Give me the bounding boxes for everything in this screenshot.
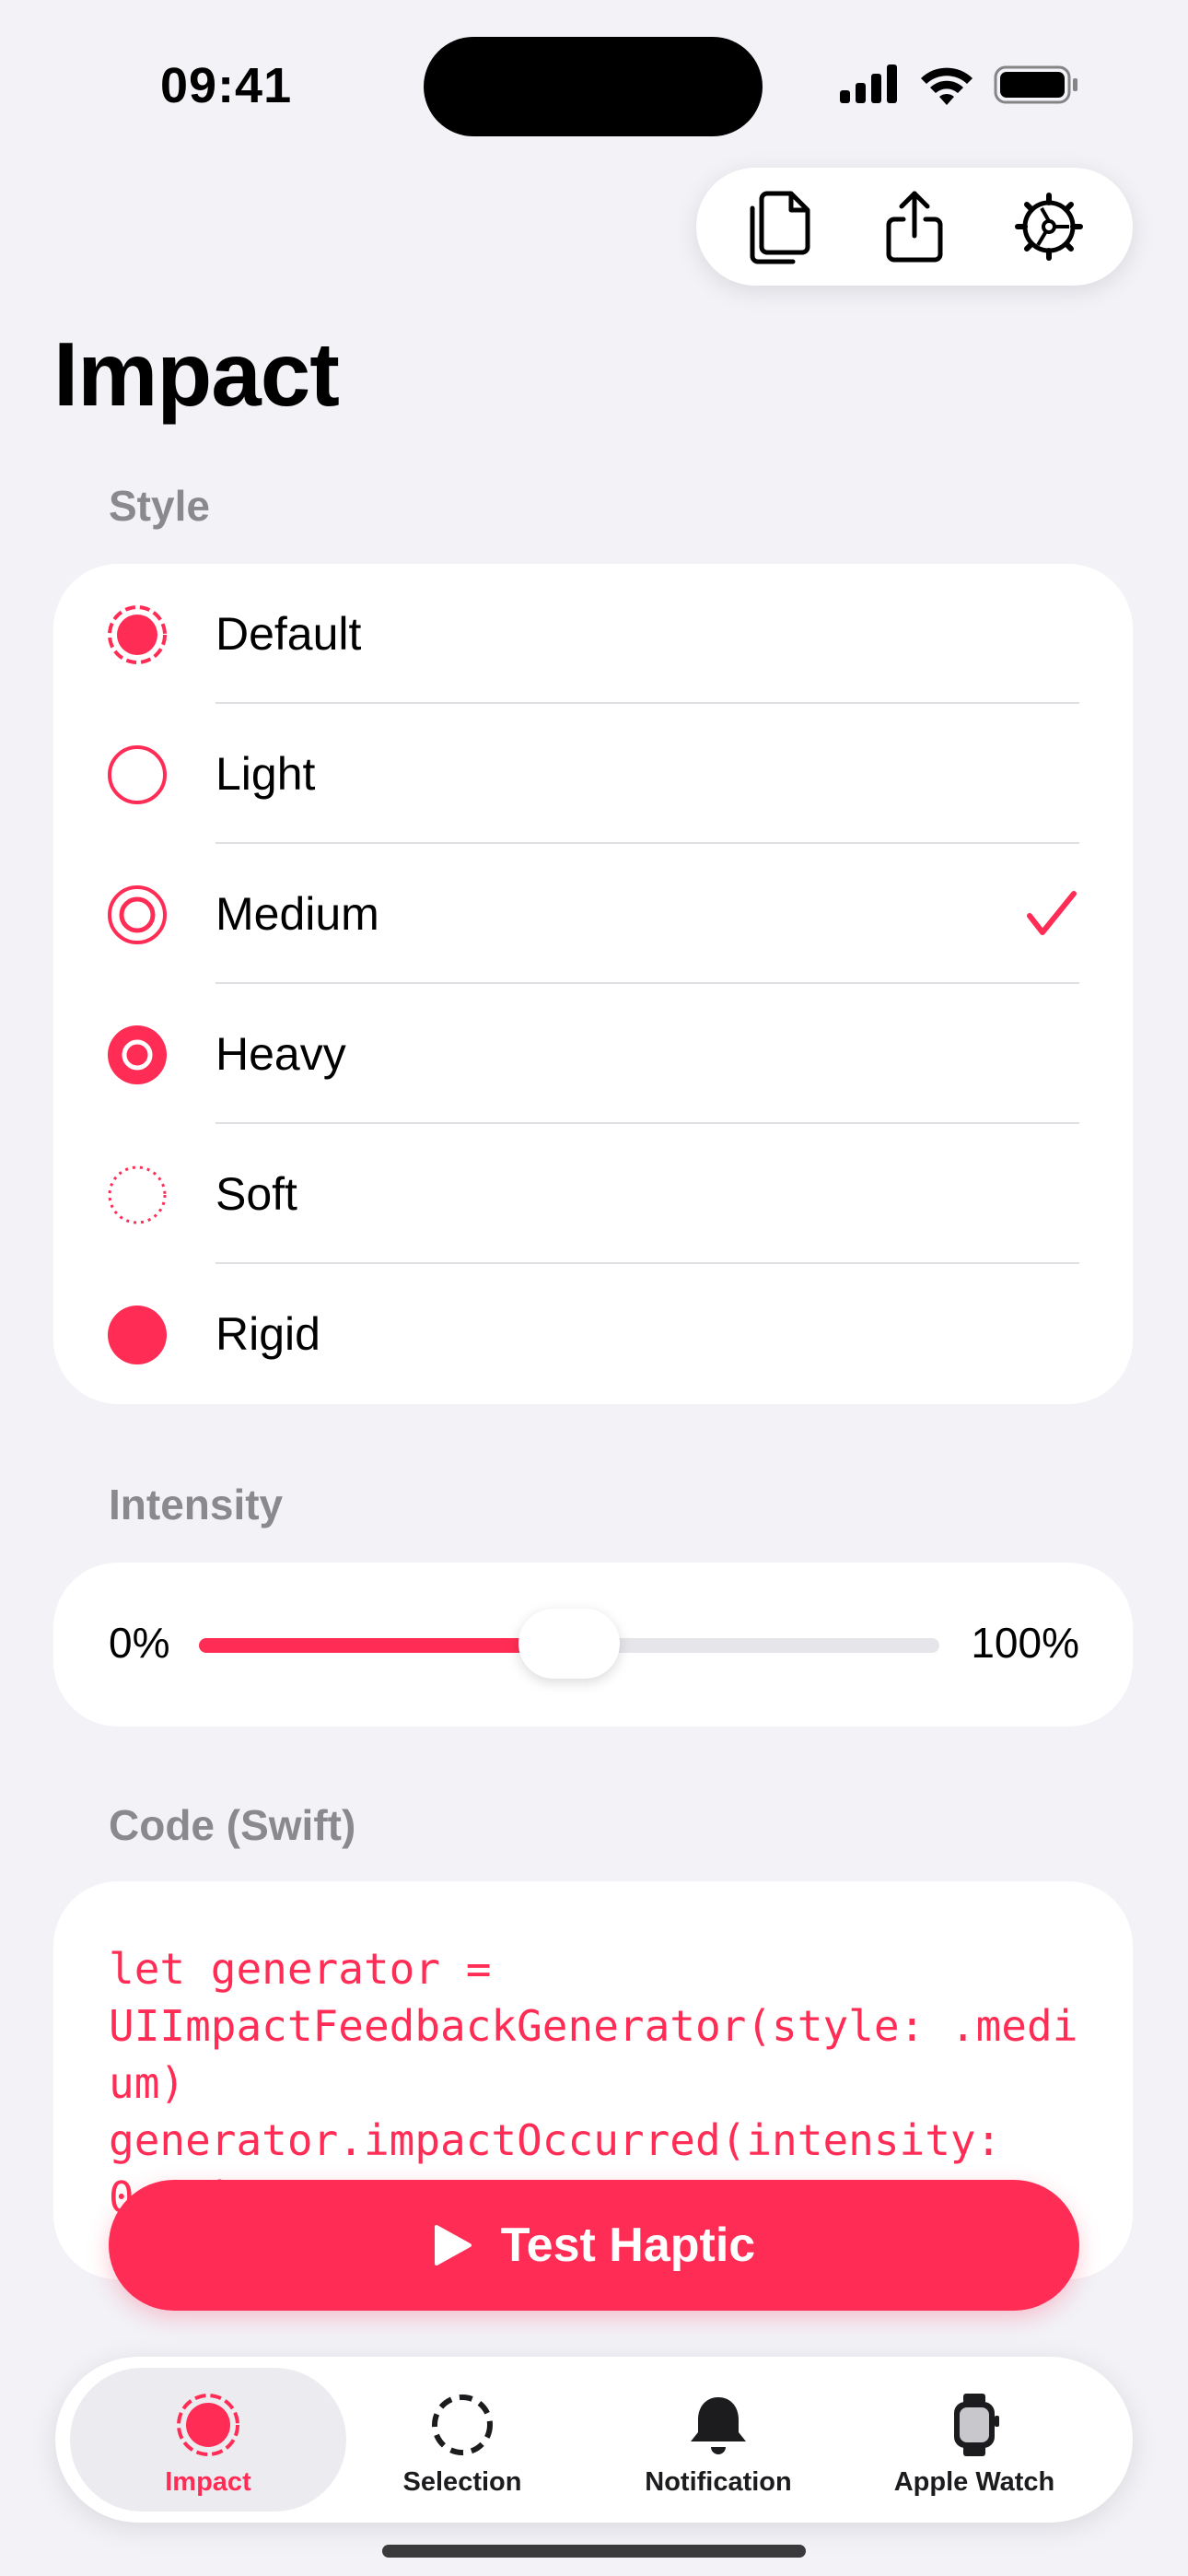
style-option-heavy[interactable]: Heavy — [53, 984, 1133, 1124]
share-button[interactable] — [864, 176, 965, 277]
intensity-max-label: 100% — [971, 1619, 1079, 1667]
test-haptic-label: Test Haptic — [500, 2219, 756, 2272]
style-option-label: Light — [215, 748, 316, 800]
intensity-min-label: 0% — [109, 1619, 170, 1667]
intensity-card: 0% 100% — [53, 1563, 1133, 1727]
style-option-label: Soft — [215, 1168, 297, 1220]
tab-label: Apple Watch — [893, 2467, 1055, 2497]
home-indicator — [382, 2545, 806, 2558]
style-section-label: Style — [109, 482, 210, 530]
style-option-medium[interactable]: Medium — [53, 844, 1133, 984]
intensity-slider-fill — [199, 1638, 569, 1653]
play-icon — [434, 2225, 472, 2266]
solid-radio-icon — [108, 1306, 167, 1364]
checkmark-icon — [1027, 891, 1077, 935]
style-option-label: Default — [215, 608, 362, 660]
style-option-default[interactable]: Default — [53, 564, 1133, 704]
style-option-rigid[interactable]: Rigid — [53, 1264, 1133, 1404]
dotted-radio-icon — [108, 1165, 167, 1224]
intensity-section-label: Intensity — [109, 1481, 284, 1528]
settings-button[interactable] — [998, 176, 1100, 277]
style-option-light[interactable]: Light — [53, 704, 1133, 844]
tab-label: Selection — [402, 2467, 522, 2497]
battery-icon — [994, 65, 1077, 104]
watch-icon — [954, 2394, 999, 2456]
dashed-radio-icon — [108, 605, 167, 664]
style-option-label: Heavy — [215, 1028, 346, 1080]
filled-ring-radio-icon — [108, 1025, 167, 1084]
style-option-soft[interactable]: Soft — [53, 1124, 1133, 1264]
page-title: Impact — [53, 323, 340, 425]
code-section-label: Code (Swift) — [109, 1801, 356, 1849]
cellular-signal-icon — [840, 64, 897, 103]
copy-button[interactable] — [729, 176, 831, 277]
screen: 09:41 Impact Style Default Light Medium … — [0, 0, 1188, 2576]
ring-radio-icon — [108, 745, 167, 804]
tab-selection[interactable]: Selection — [324, 2368, 600, 2512]
style-option-label: Medium — [215, 888, 379, 940]
dynamic-island — [424, 37, 763, 136]
test-haptic-button[interactable]: Test Haptic — [109, 2180, 1079, 2311]
tab-label: Notification — [645, 2467, 792, 2497]
settings-icon — [1015, 193, 1083, 261]
toolbar-action-pill — [696, 168, 1133, 286]
tab-impact[interactable]: Impact — [70, 2368, 346, 2512]
status-time: 09:41 — [160, 58, 293, 113]
wifi-icon — [921, 67, 973, 105]
copy-icon — [750, 191, 810, 264]
bell-icon — [691, 2397, 746, 2454]
tab-apple-watch[interactable]: Apple Watch — [836, 2368, 1112, 2512]
tab-label: Impact — [165, 2467, 251, 2497]
status-icons — [840, 61, 1079, 107]
double-ring-radio-icon — [108, 885, 167, 944]
style-option-label: Rigid — [215, 1308, 320, 1360]
style-list: Default Light Medium Heavy Soft Rigid — [53, 564, 1133, 1404]
impact-tab-icon — [177, 2394, 239, 2456]
selection-tab-icon — [432, 2395, 493, 2455]
intensity-slider-thumb[interactable] — [518, 1609, 620, 1679]
tab-bar: Impact Selection Notification Apple Watc… — [55, 2357, 1133, 2523]
tab-notification[interactable]: Notification — [580, 2368, 856, 2512]
share-icon — [886, 191, 943, 263]
